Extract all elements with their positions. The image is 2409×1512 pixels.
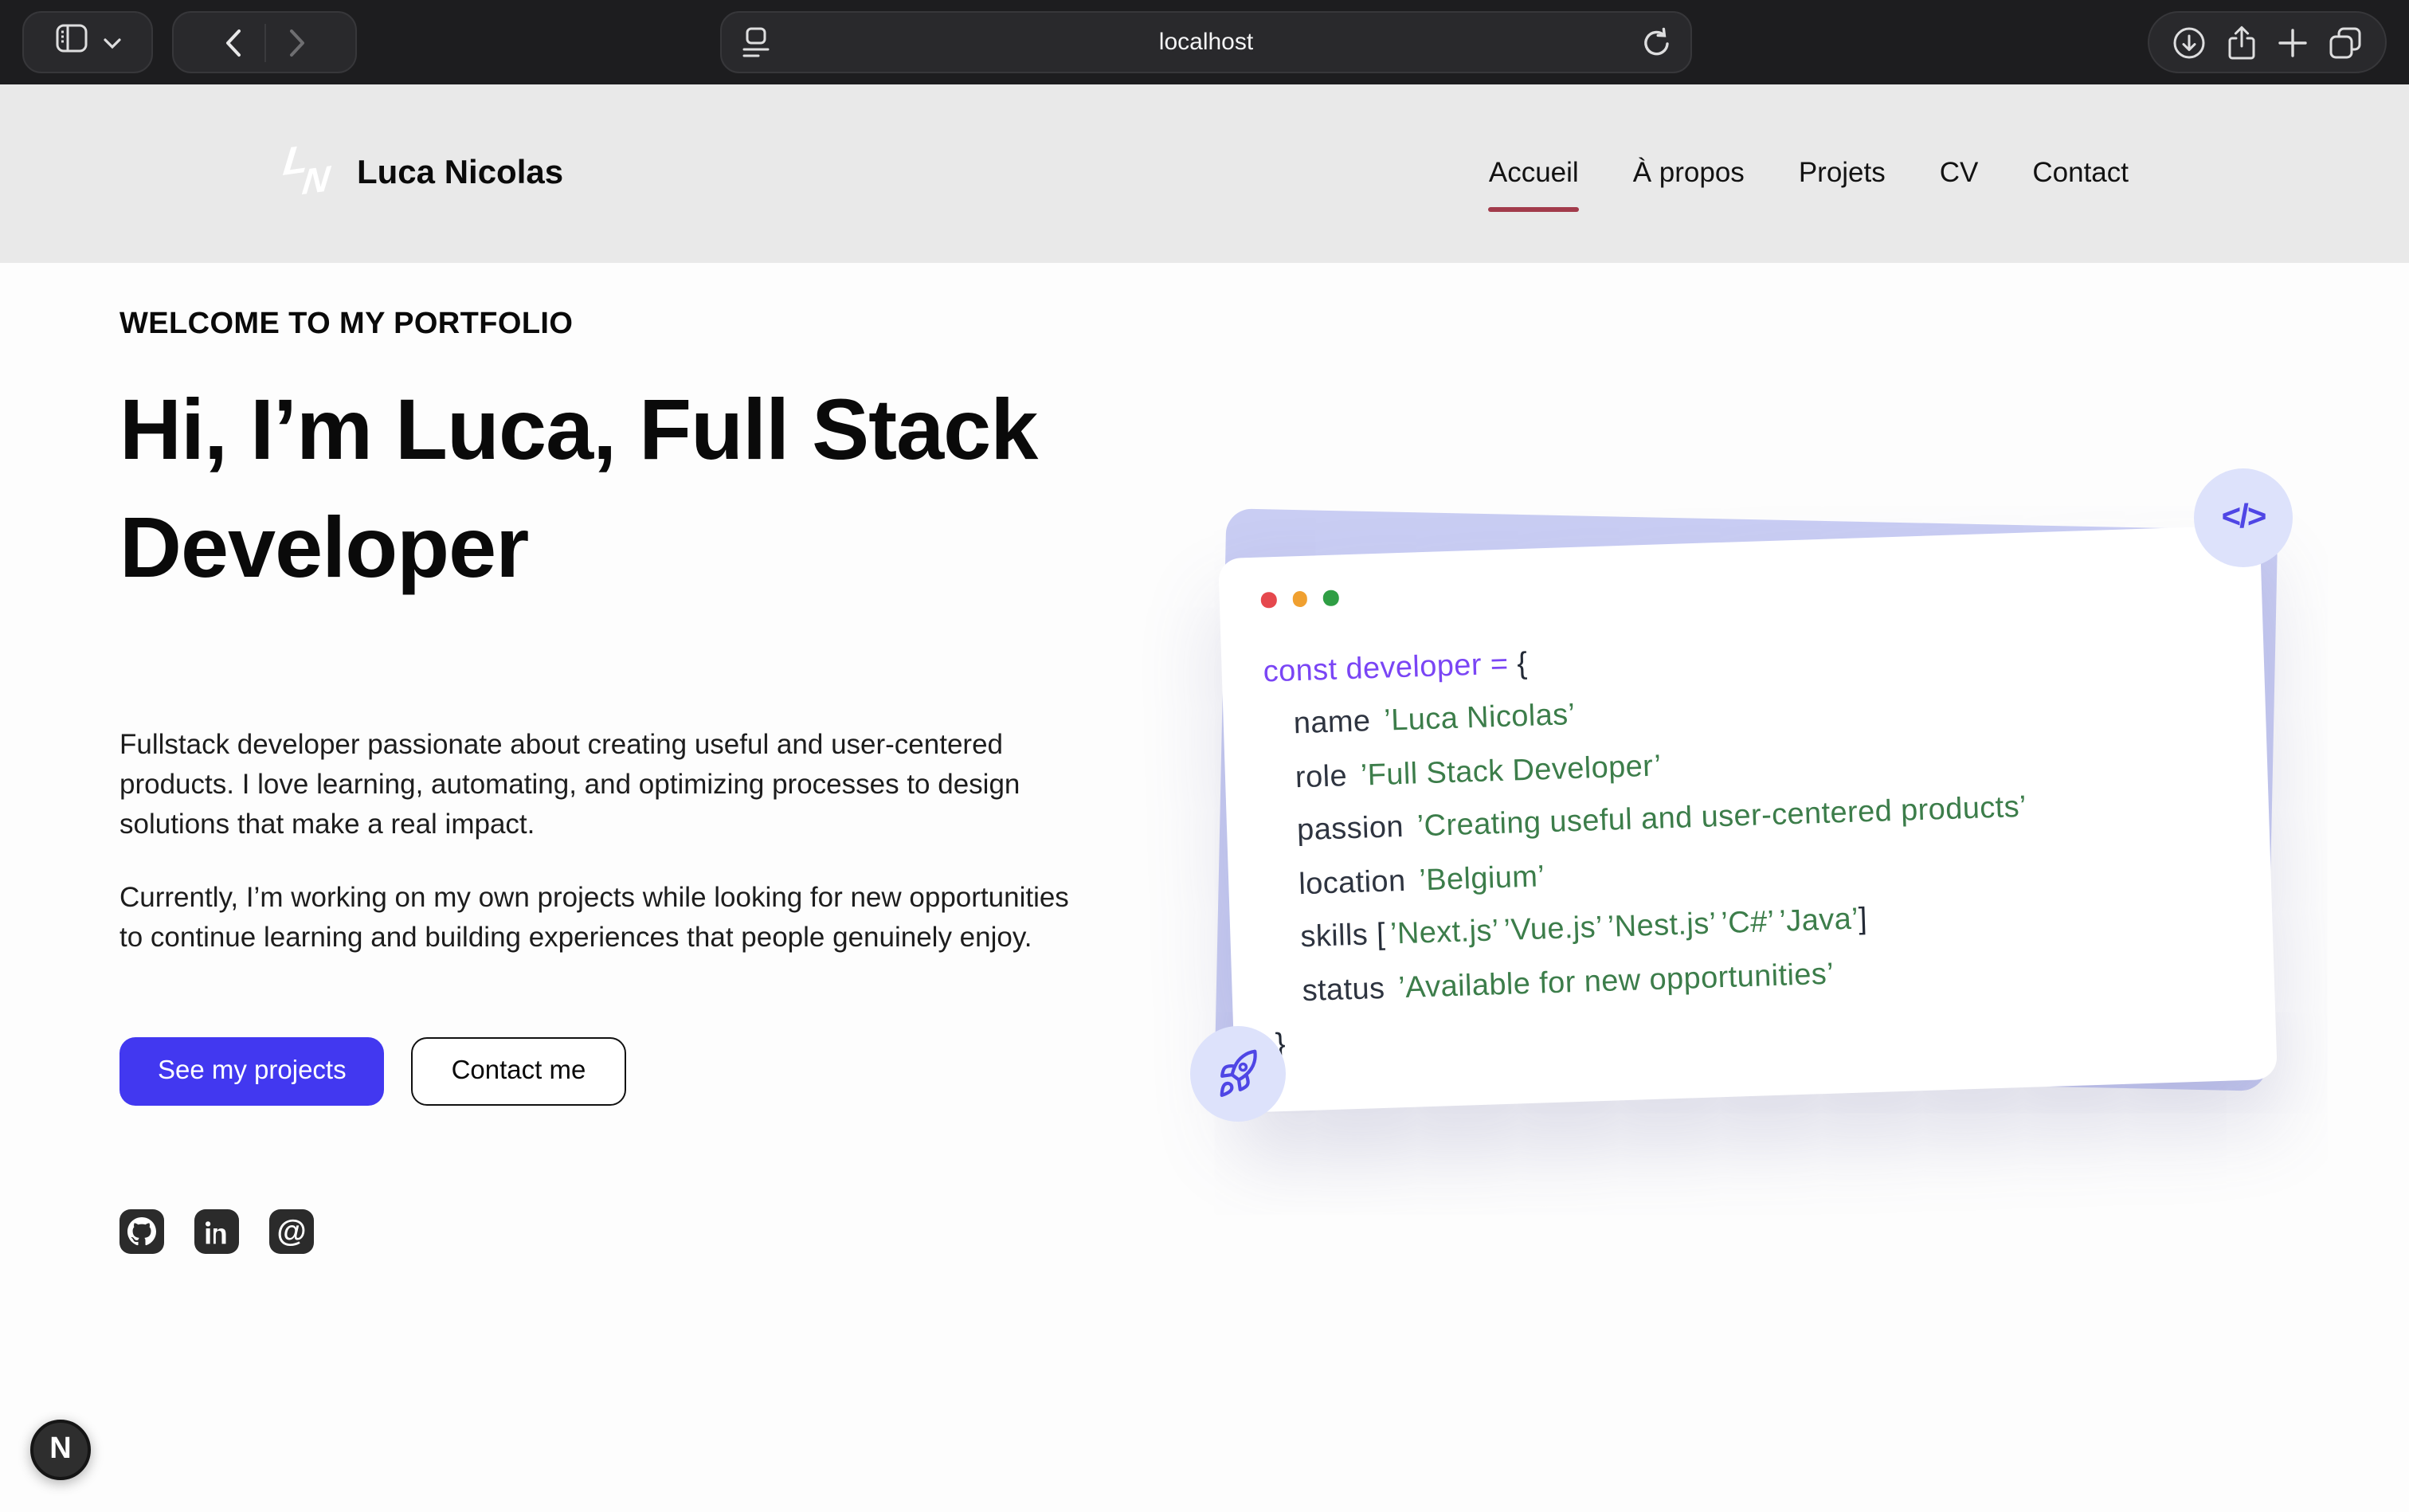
downloads-button[interactable] — [2172, 25, 2207, 60]
window-dot — [1291, 591, 1307, 607]
hero-eyebrow: WELCOME TO MY PORTFOLIO — [119, 307, 1139, 343]
address-bar[interactable]: localhost — [720, 11, 1692, 73]
toolbar-actions — [2148, 11, 2387, 73]
cta-row: See my projects Contact me — [119, 1037, 1139, 1106]
window-controls — [1260, 562, 2219, 608]
back-button[interactable] — [224, 28, 241, 57]
history-nav-group — [172, 11, 357, 73]
hero-title: Hi, I’m Luca, Full StackDeveloper — [119, 371, 1139, 607]
window-dot — [1260, 592, 1276, 608]
brand[interactable]: L N Luca Nicolas — [280, 139, 563, 209]
nav-item-projets[interactable]: Projets — [1799, 155, 1886, 192]
ln-logo-icon: L N — [280, 139, 338, 209]
nav-item-accueil[interactable]: Accueil — [1489, 155, 1579, 192]
browser-toolbar: localhost — [0, 0, 2409, 84]
url-text: localhost — [722, 13, 1690, 72]
brand-name: Luca Nicolas — [357, 155, 563, 193]
share-icon[interactable] — [2226, 25, 2258, 60]
code-tag-icon: </> — [2222, 499, 2266, 537]
main-nav: Accueil À propos Projets CV Contact — [1489, 155, 2129, 192]
nav-item-contact[interactable]: Contact — [2032, 155, 2129, 192]
contact-me-button[interactable]: Contact me — [412, 1037, 626, 1106]
code-card-scene: const developer = {name ’Luca Nicolas’ro… — [1211, 478, 2398, 1163]
hero-text-column: WELCOME TO MY PORTFOLIO Hi, I’m Luca, Fu… — [119, 307, 1139, 1254]
rocket-icon — [1211, 1047, 1265, 1101]
screen: localhost — [0, 0, 2409, 1512]
see-projects-button[interactable]: See my projects — [119, 1037, 385, 1106]
webpage: L N Luca Nicolas Accueil À propos Projet… — [0, 84, 2409, 1512]
rocket-badge — [1190, 1026, 1286, 1122]
github-icon[interactable] — [119, 1209, 164, 1254]
forward-button[interactable] — [288, 28, 305, 57]
reload-icon[interactable] — [1643, 27, 1671, 67]
divider — [264, 23, 265, 61]
code-tag-badge: </> — [2194, 468, 2293, 567]
linkedin-icon[interactable] — [194, 1209, 239, 1254]
nav-item-cv[interactable]: CV — [1940, 155, 1979, 192]
nextjs-dev-badge[interactable]: N — [30, 1420, 91, 1480]
site-header: L N Luca Nicolas Accueil À propos Projet… — [0, 84, 2409, 263]
tab-overview-icon[interactable] — [2328, 25, 2363, 60]
sidebar-icon — [55, 24, 87, 61]
email-at-icon[interactable]: @ — [269, 1209, 314, 1254]
hero-paragraph-2: Currently, I’m working on my own project… — [119, 878, 1095, 958]
sidebar-toggle-button[interactable] — [22, 11, 153, 73]
chevron-down-icon — [103, 28, 120, 57]
social-links: @ — [119, 1209, 1139, 1254]
nav-item-a-propos[interactable]: À propos — [1633, 155, 1745, 192]
new-tab-icon[interactable] — [2277, 26, 2309, 58]
code-block: const developer = {name ’Luca Nicolas’ro… — [1263, 615, 2235, 1073]
window-dot — [1322, 590, 1338, 605]
hero-paragraph-1: Fullstack developer passionate about cre… — [119, 725, 1095, 844]
code-window: const developer = {name ’Luca Nicolas’ro… — [1218, 525, 2278, 1113]
